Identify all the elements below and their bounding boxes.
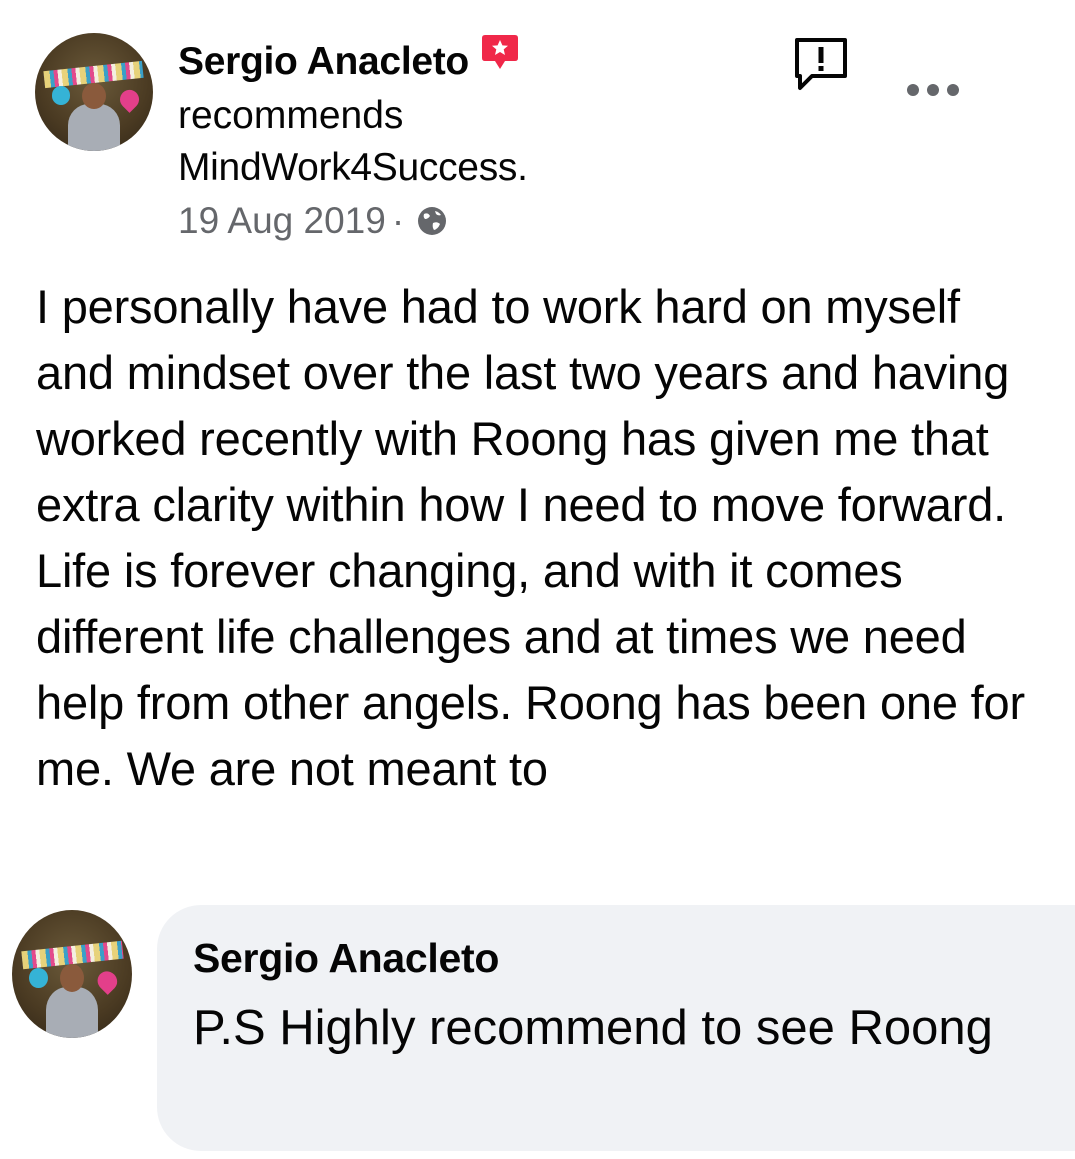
post-meta: 19 Aug 2019 · xyxy=(178,200,448,242)
author-name[interactable]: Sergio Anacleto xyxy=(178,40,469,84)
page-link[interactable]: MindWork4Success. xyxy=(178,146,528,190)
avatar-person-body xyxy=(68,103,120,151)
report-icon[interactable] xyxy=(792,36,850,92)
avatar-person-body xyxy=(45,986,99,1038)
avatar-person-head xyxy=(60,963,84,992)
comment-author-name[interactable]: Sergio Anacleto xyxy=(193,935,499,982)
avatar-balloon xyxy=(28,967,48,989)
post-date[interactable]: 19 Aug 2019 xyxy=(178,200,386,242)
globe-icon xyxy=(418,207,447,235)
comment-text: P.S Highly recommend to see Roong xyxy=(193,1001,993,1055)
post-body-text: I personally have had to work hard on my… xyxy=(36,280,1025,795)
avatar-person-head xyxy=(82,82,106,109)
recommends-label: recommends xyxy=(178,94,404,137)
more-options-icon[interactable] xyxy=(905,78,961,102)
avatar-heart xyxy=(93,967,123,996)
author-avatar[interactable] xyxy=(35,33,153,151)
comment-bubble: Sergio Anacleto P.S Highly recommend to … xyxy=(157,905,1075,1151)
meta-separator: · xyxy=(391,200,405,241)
comment-author-avatar[interactable] xyxy=(12,910,132,1038)
avatar-heart xyxy=(116,85,143,113)
avatar-balloon xyxy=(51,86,71,105)
author-name-row: Sergio Anacleto xyxy=(178,35,521,84)
recommendation-badge-icon xyxy=(481,35,518,69)
